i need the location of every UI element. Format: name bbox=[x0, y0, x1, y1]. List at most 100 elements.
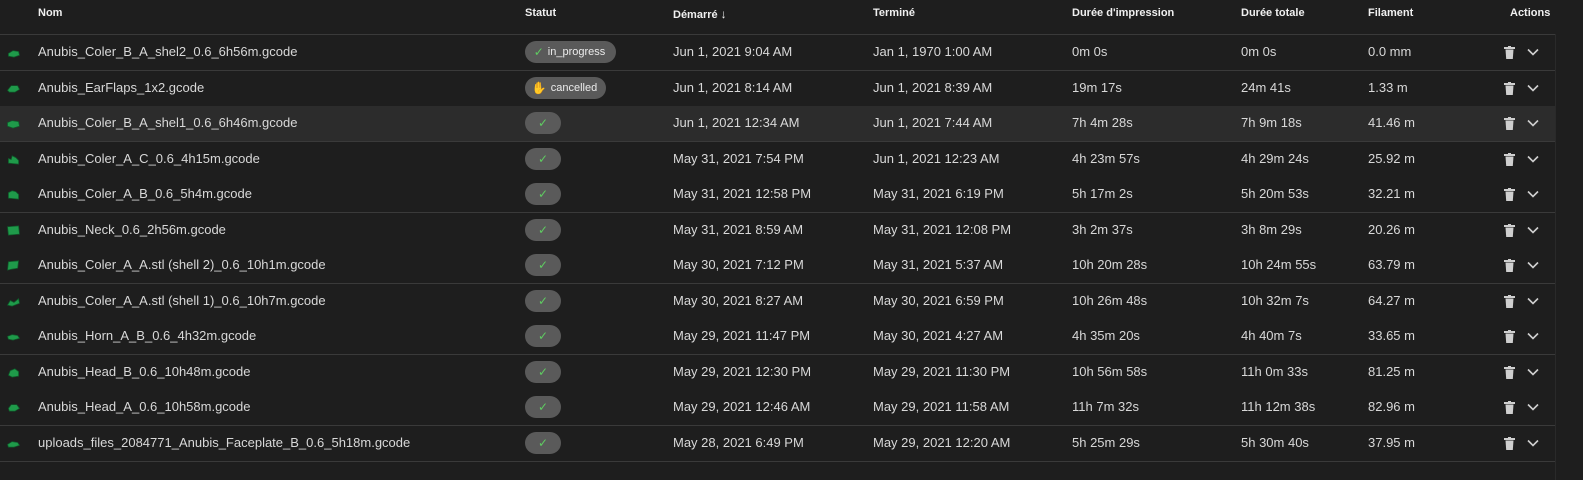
job-name[interactable]: Anubis_Coler_A_C_0.6_4h15m.gcode bbox=[38, 151, 260, 166]
column-header-status[interactable]: Statut bbox=[525, 7, 556, 19]
model-thumbnail-icon bbox=[8, 50, 20, 58]
status-label: in_progress bbox=[547, 46, 606, 58]
trash-icon[interactable] bbox=[1504, 259, 1515, 272]
table-row[interactable]: Anubis_Coler_A_B_0.6_5h4m.gcode ✓ May 31, … bbox=[0, 177, 1555, 213]
print-duration-cell: 5h 17m 2s bbox=[1072, 186, 1133, 201]
chevron-down-icon[interactable] bbox=[1527, 189, 1539, 199]
job-name[interactable]: Anubis_Coler_B_A_shel2_0.6_6h56m.gcode bbox=[38, 44, 297, 59]
hand-icon: ✋ bbox=[531, 80, 547, 95]
chevron-down-icon[interactable] bbox=[1527, 47, 1539, 57]
check-icon: ✓ bbox=[537, 400, 549, 414]
table-row[interactable]: Anubis_Coler_A_A.stl (shell 2)_0.6_10h1m… bbox=[0, 248, 1555, 284]
chevron-down-icon[interactable] bbox=[1527, 225, 1539, 235]
print-duration-cell: 10h 20m 28s bbox=[1072, 257, 1148, 272]
job-name[interactable]: Anubis_Neck_0.6_2h56m.gcode bbox=[38, 222, 226, 237]
filament-cell: 64.27 m bbox=[1368, 292, 1415, 308]
job-name[interactable]: uploads_files_2084771_Anubis_Faceplate_B… bbox=[38, 435, 410, 450]
print-duration-cell: 0m 0s bbox=[1072, 44, 1108, 59]
started-cell: May 29, 2021 12:30 PM bbox=[673, 363, 812, 379]
table-row[interactable]: Anubis_Coler_A_C_0.6_4h15m.gcode ✓ May 31,… bbox=[0, 141, 1555, 178]
total-duration-cell: 24m 41s bbox=[1241, 79, 1291, 95]
model-thumbnail-icon bbox=[8, 404, 21, 412]
started-cell: May 28, 2021 6:49 PM bbox=[673, 434, 804, 450]
table-row[interactable]: Anubis_Horn_A_B_0.6_4h32m.gcode ✓ May 29, … bbox=[0, 319, 1555, 355]
table-row[interactable]: Anubis_Coler_B_A_shel2_0.6_6h56m.gcode ✓ i… bbox=[0, 35, 1555, 71]
total-duration-cell: 0m 0s bbox=[1241, 44, 1277, 59]
check-icon: ✓ bbox=[537, 222, 549, 237]
filament-cell: 0.0 mm bbox=[1368, 44, 1412, 59]
started-cell: May 30, 2021 8:27 AM bbox=[673, 292, 804, 308]
job-name[interactable]: Anubis_Coler_B_A_shel1_0.6_6h46m.gcode bbox=[38, 115, 297, 130]
chevron-down-icon[interactable] bbox=[1527, 367, 1539, 377]
job-name[interactable]: Anubis_Head_A_0.6_10h58m.gcode bbox=[38, 399, 251, 414]
chevron-down-icon[interactable] bbox=[1527, 438, 1539, 448]
print-duration-cell: 10h 26m 48s bbox=[1072, 292, 1148, 308]
column-header-print-duration[interactable]: Durée d'impression bbox=[1072, 7, 1174, 19]
started-cell: May 31, 2021 7:54 PM bbox=[673, 150, 804, 166]
table-row[interactable]: uploads_files_2084771_Anubis_Faceplate_B… bbox=[0, 425, 1555, 462]
ended-cell: May 29, 2021 12:20 AM bbox=[873, 434, 1011, 450]
ended-cell: Jun 1, 2021 8:39 AM bbox=[873, 79, 993, 95]
job-name[interactable]: Anubis_EarFlaps_1x2.gcode bbox=[38, 80, 204, 95]
total-duration-cell: 7h 9m 18s bbox=[1241, 115, 1302, 130]
check-icon: ✓ bbox=[537, 364, 549, 379]
chevron-down-icon[interactable] bbox=[1527, 83, 1539, 93]
scrollbar[interactable] bbox=[1555, 34, 1583, 480]
status-badge: ✓ bbox=[525, 360, 561, 383]
total-duration-cell: 5h 20m 53s bbox=[1241, 186, 1309, 201]
job-name[interactable]: Anubis_Head_B_0.6_10h48m.gcode bbox=[38, 364, 251, 379]
check-icon: ✓ bbox=[537, 116, 549, 130]
print-duration-cell: 3h 2m 37s bbox=[1072, 221, 1133, 237]
chevron-down-icon[interactable] bbox=[1527, 331, 1539, 341]
status-badge: ✓ bbox=[525, 289, 561, 312]
ended-cell: May 31, 2021 5:37 AM bbox=[873, 257, 1004, 272]
job-name[interactable]: Anubis_Horn_A_B_0.6_4h32m.gcode bbox=[38, 328, 256, 343]
table-row[interactable]: Anubis_EarFlaps_1x2.gcode ✋ cancelled Jun 1… bbox=[0, 70, 1555, 107]
status-badge: ✓ bbox=[525, 396, 561, 418]
trash-icon[interactable] bbox=[1504, 117, 1515, 130]
check-icon: ✓ bbox=[537, 435, 549, 450]
table-row[interactable]: Anubis_Head_A_0.6_10h58m.gcode ✓ May 29, 2… bbox=[0, 390, 1555, 426]
trash-icon[interactable] bbox=[1504, 46, 1515, 59]
job-name[interactable]: Anubis_Coler_A_B_0.6_5h4m.gcode bbox=[38, 186, 252, 201]
table-row[interactable]: Anubis_Coler_A_A.stl (shell 1)_0.6_10h7m… bbox=[0, 283, 1555, 320]
column-header-started[interactable]: Démarré ↓ bbox=[673, 7, 727, 21]
chevron-down-icon[interactable] bbox=[1527, 296, 1539, 306]
trash-icon[interactable] bbox=[1504, 81, 1515, 95]
job-name[interactable]: Anubis_Coler_A_A.stl (shell 1)_0.6_10h7m… bbox=[38, 293, 326, 308]
print-duration-cell: 5h 25m 29s bbox=[1072, 434, 1140, 450]
trash-icon[interactable] bbox=[1504, 294, 1515, 308]
chevron-down-icon[interactable] bbox=[1527, 118, 1539, 128]
table-row[interactable]: Anubis_Coler_B_A_shel1_0.6_6h46m.gcode ✓ J… bbox=[0, 106, 1555, 142]
column-header-filament[interactable]: Filament bbox=[1368, 7, 1413, 19]
trash-icon[interactable] bbox=[1504, 152, 1515, 166]
print-duration-cell: 11h 7m 32s bbox=[1072, 399, 1139, 414]
model-thumbnail-icon bbox=[8, 154, 19, 164]
chevron-down-icon[interactable] bbox=[1527, 154, 1539, 164]
job-name[interactable]: Anubis_Coler_A_A.stl (shell 2)_0.6_10h1m… bbox=[38, 257, 326, 272]
total-duration-cell: 5h 30m 40s bbox=[1241, 434, 1309, 450]
trash-icon[interactable] bbox=[1504, 223, 1515, 237]
column-header-name[interactable]: Nom bbox=[38, 7, 62, 19]
trash-icon[interactable] bbox=[1504, 401, 1515, 414]
chevron-down-icon[interactable] bbox=[1527, 402, 1539, 412]
trash-icon[interactable] bbox=[1504, 365, 1515, 379]
filament-cell: 63.79 m bbox=[1368, 257, 1415, 272]
started-cell: May 31, 2021 12:58 PM bbox=[673, 186, 812, 201]
table-row[interactable]: Anubis_Neck_0.6_2h56m.gcode ✓ May 31, 2021… bbox=[0, 212, 1555, 249]
status-badge: ✓ in_progress bbox=[525, 41, 616, 63]
check-icon: ✓ bbox=[537, 151, 549, 166]
total-duration-cell: 10h 24m 55s bbox=[1241, 257, 1317, 272]
column-header-actions: Actions bbox=[1510, 7, 1551, 19]
column-header-ended[interactable]: Terminé bbox=[873, 7, 915, 19]
filament-cell: 41.46 m bbox=[1368, 115, 1415, 130]
trash-icon[interactable] bbox=[1504, 330, 1515, 343]
print-history-table: Nom Statut Démarré ↓ Terminé Durée d'impr… bbox=[0, 0, 1583, 480]
chevron-down-icon[interactable] bbox=[1527, 260, 1539, 270]
trash-icon[interactable] bbox=[1504, 188, 1515, 201]
column-header-total-duration[interactable]: Durée totale bbox=[1241, 7, 1305, 19]
started-cell: Jun 1, 2021 9:04 AM bbox=[673, 44, 793, 59]
trash-icon[interactable] bbox=[1504, 436, 1515, 450]
table-header: Nom Statut Démarré ↓ Terminé Durée d'impr… bbox=[0, 0, 1555, 35]
table-row[interactable]: Anubis_Head_B_0.6_10h48m.gcode ✓ May 29, 2… bbox=[0, 354, 1555, 391]
